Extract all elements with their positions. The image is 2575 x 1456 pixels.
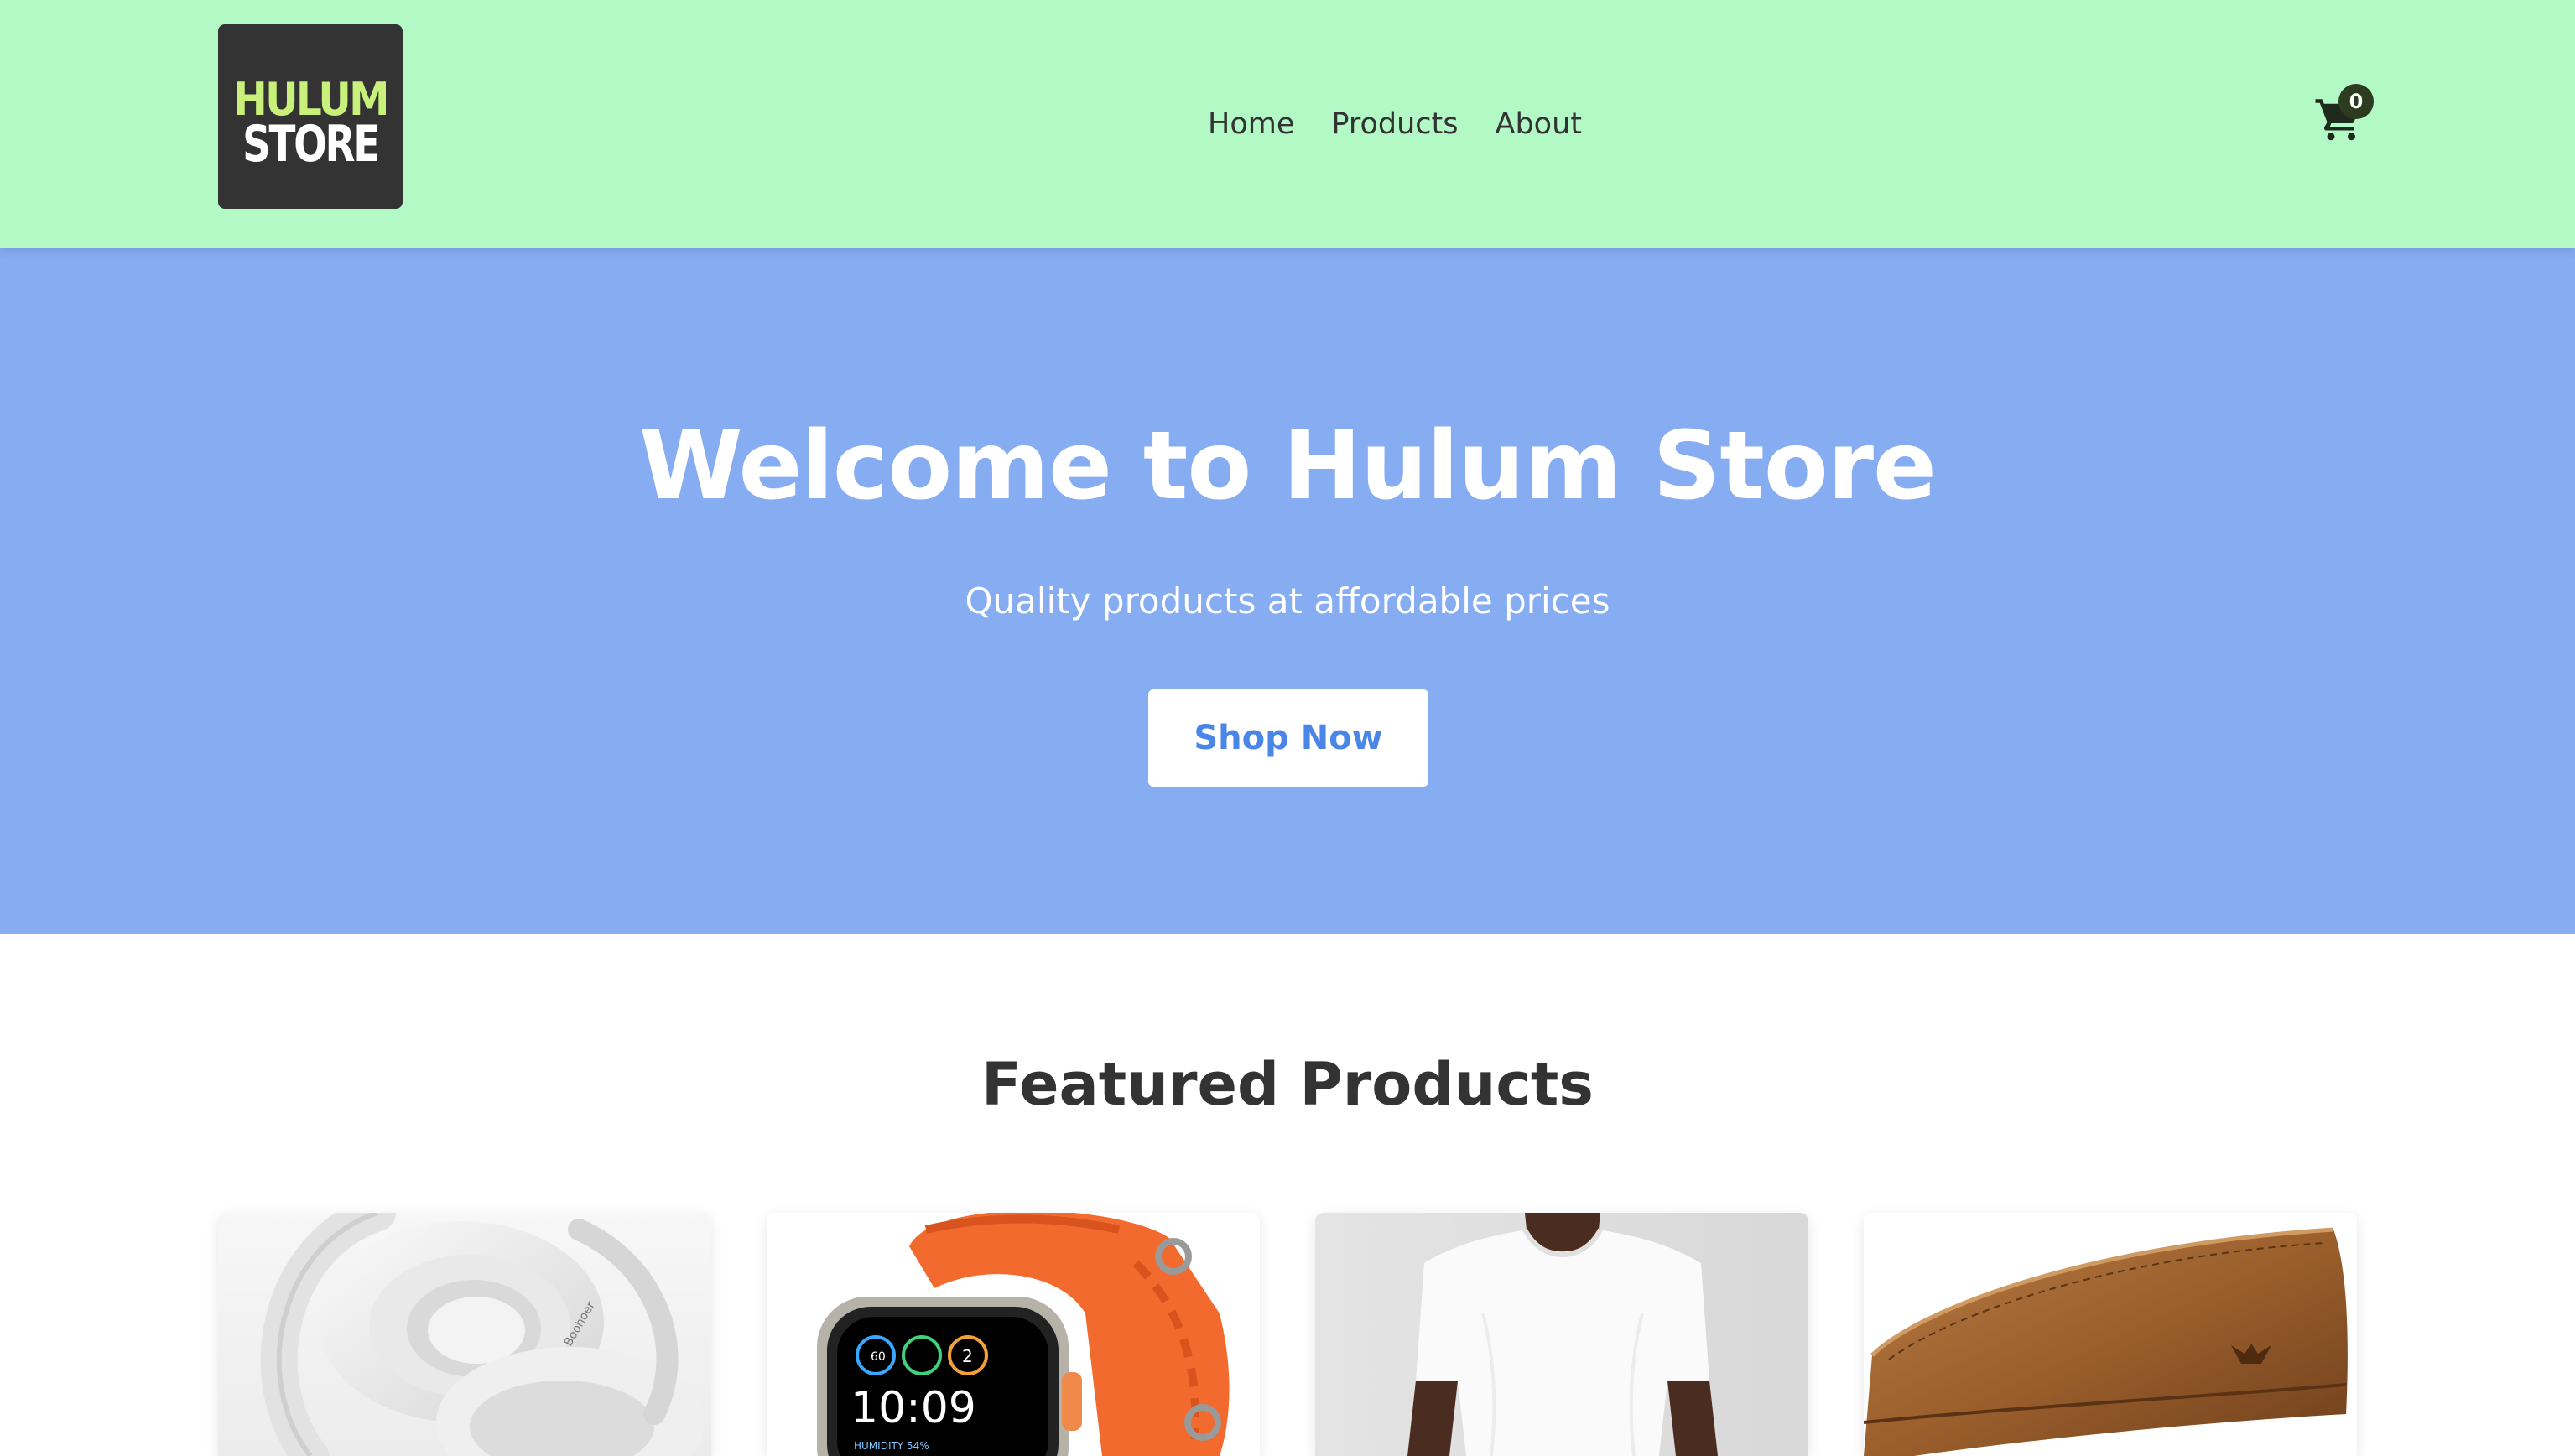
watch-time: 10:09 bbox=[851, 1383, 976, 1433]
nav-link-products[interactable]: Products bbox=[1331, 107, 1458, 141]
svg-text:60: 60 bbox=[871, 1350, 886, 1364]
hero-subtitle: Quality products at affordable prices bbox=[965, 580, 1610, 621]
product-card-wallet[interactable] bbox=[1864, 1213, 2357, 1456]
product-card-tshirt[interactable] bbox=[1315, 1213, 1808, 1456]
main-nav: Home Products About bbox=[1208, 99, 1582, 149]
hero-section: Welcome to Hulum Store Quality products … bbox=[0, 248, 2575, 934]
product-card-smartwatch[interactable]: 60 2 10:09 HUMIDITY 54% bbox=[767, 1213, 1260, 1456]
cart-count-badge: 0 bbox=[2338, 84, 2374, 119]
store-logo[interactable]: HULUM STORE bbox=[218, 24, 403, 209]
white-tshirt-image bbox=[1315, 1213, 1808, 1456]
svg-text:2: 2 bbox=[962, 1346, 973, 1366]
site-header: HULUM STORE Home Products About 0 bbox=[0, 0, 2575, 248]
brown-leather-wallet-image bbox=[1864, 1213, 2357, 1456]
hero-title: Welcome to Hulum Store bbox=[639, 412, 1937, 521]
featured-products-title: Featured Products bbox=[981, 1050, 1594, 1119]
smartwatch-orange-band-image: 60 2 10:09 HUMIDITY 54% bbox=[767, 1213, 1260, 1456]
nav-link-about[interactable]: About bbox=[1496, 107, 1582, 141]
nav-link-home[interactable]: Home bbox=[1208, 107, 1294, 141]
shop-now-button[interactable]: Shop Now bbox=[1148, 689, 1428, 787]
white-headphones-image: Boohoer bbox=[218, 1213, 711, 1456]
product-card-headphones[interactable]: Boohoer bbox=[218, 1213, 711, 1456]
watch-humidity: HUMIDITY 54% bbox=[854, 1440, 929, 1452]
logo-text-bottom: STORE bbox=[242, 115, 380, 174]
